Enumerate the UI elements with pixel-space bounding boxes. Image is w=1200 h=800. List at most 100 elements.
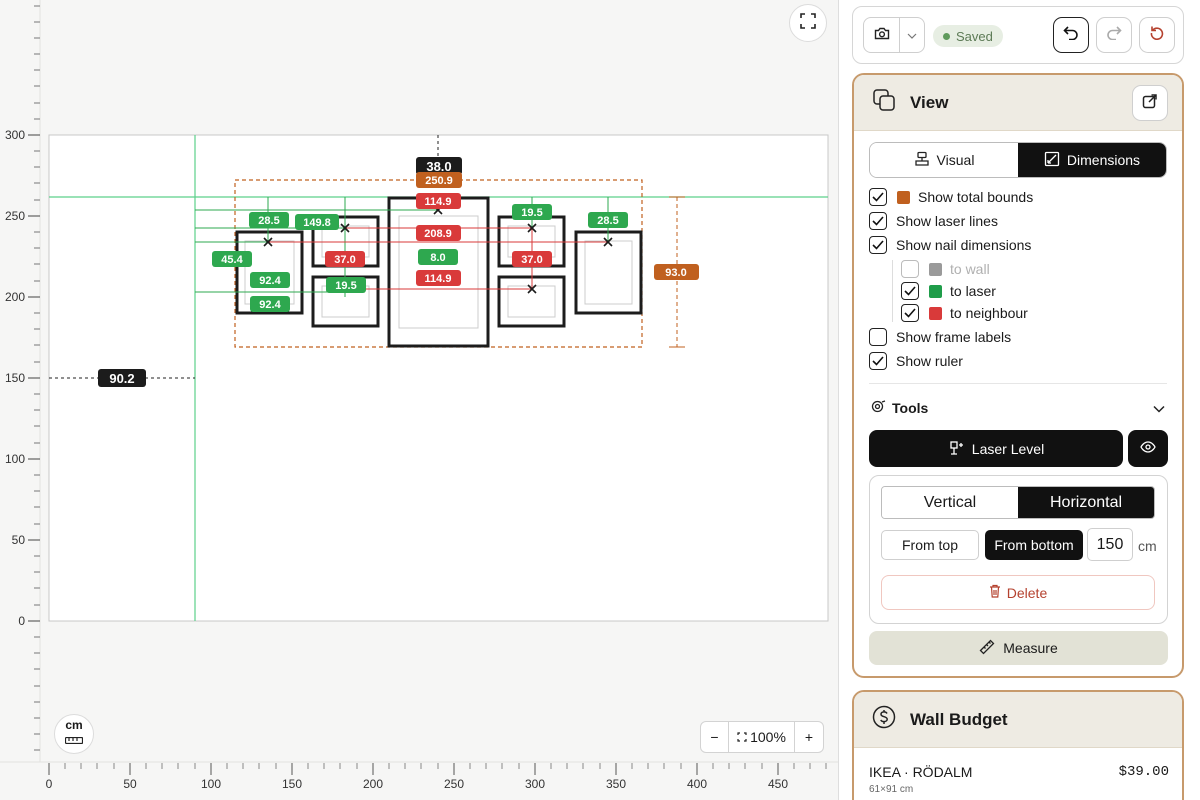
wall-budget-header[interactable]: Wall Budget	[854, 692, 1182, 748]
orientation-vertical[interactable]: Vertical	[882, 487, 1018, 518]
laser-level-icon	[948, 439, 964, 458]
wall-budget-title: Wall Budget	[910, 709, 1008, 729]
view-panel: View Visual Dimensions Show total bounds…	[852, 73, 1184, 678]
measure-button[interactable]: Measure	[869, 631, 1168, 665]
orientation-horizontal[interactable]: Horizontal	[1018, 487, 1154, 518]
undo-button[interactable]	[1053, 17, 1089, 53]
laser-level-label: Laser Level	[971, 440, 1045, 457]
zoom-out-button[interactable]: −	[701, 722, 729, 752]
orientation-vertical-label: Vertical	[923, 493, 977, 511]
checkbox-checked[interactable]	[869, 236, 887, 254]
reset-button[interactable]	[1139, 17, 1175, 53]
dimensions-icon	[1044, 151, 1060, 170]
y-tick-label: 100	[5, 452, 25, 466]
frame[interactable]	[574, 230, 643, 315]
tab-dimensions[interactable]: Dimensions	[1018, 143, 1166, 177]
zoom-value: 100%	[750, 729, 786, 745]
wall-budget-panel: Wall Budget IKEA · RÖDALM $39.00 61×91 c…	[852, 690, 1184, 800]
option-label: Show frame labels	[896, 329, 1012, 345]
neighbour-tag: 114.9	[425, 273, 452, 285]
camera-icon	[874, 26, 890, 45]
x-ruler	[48, 763, 779, 775]
fullscreen-button[interactable]	[789, 4, 827, 42]
x-tick-label: 100	[201, 777, 221, 791]
zoom-reset-button[interactable]: 100%	[729, 722, 795, 752]
option-label: to wall	[950, 261, 990, 277]
redo-button[interactable]	[1096, 17, 1132, 53]
to-laser-swatch	[929, 284, 942, 298]
visual-icon	[914, 151, 930, 170]
option-laser-lines[interactable]: Show laser lines	[869, 212, 998, 230]
option-to-wall[interactable]: to wall	[901, 260, 990, 278]
checkbox-checked[interactable]	[869, 188, 887, 206]
snapshot-button-group	[863, 17, 925, 53]
checkbox-checked[interactable]	[901, 304, 919, 322]
budget-item-size: 61×91 cm	[869, 784, 914, 795]
y-tick-label: 0	[18, 614, 25, 628]
to-wall-swatch	[929, 262, 942, 276]
tab-visual[interactable]: Visual	[870, 143, 1018, 177]
x-tick-label: 350	[606, 777, 626, 791]
snapshot-button[interactable]	[864, 18, 900, 52]
app: 300 250 200 150 100 50 0 0 50 100 150 20…	[0, 0, 1200, 800]
share-button[interactable]	[1132, 85, 1168, 121]
option-label: Show nail dimensions	[896, 237, 1032, 253]
wall-canvas[interactable]: 300 250 200 150 100 50 0 0 50 100 150 20…	[0, 0, 838, 800]
laser-tag: 92.4	[259, 275, 281, 287]
x-tick-label: 300	[525, 777, 545, 791]
toggle-laser-visibility-button[interactable]	[1128, 430, 1168, 467]
ruler-icon	[979, 639, 995, 658]
checkbox-checked[interactable]	[869, 352, 887, 370]
unit-toggle-button[interactable]: cm	[54, 714, 94, 754]
checkbox-checked[interactable]	[901, 282, 919, 300]
neighbour-tag: 37.0	[334, 254, 355, 266]
measure-label: Measure	[1003, 640, 1058, 656]
divider	[869, 383, 1167, 384]
wall-canvas-svg[interactable]: 300 250 200 150 100 50 0 0 50 100 150 20…	[0, 0, 838, 800]
neighbour-tag: 114.9	[425, 196, 452, 208]
checkbox-unchecked[interactable]	[869, 328, 887, 346]
checkbox-checked[interactable]	[869, 212, 887, 230]
option-label: Show ruler	[896, 353, 963, 369]
option-to-neighbour[interactable]: to neighbour	[901, 304, 1028, 322]
option-total-bounds[interactable]: Show total bounds	[869, 188, 1033, 206]
option-label: to laser	[950, 283, 996, 299]
laser-tag: 149.8	[303, 217, 331, 229]
from-bottom-button[interactable]: From bottom	[985, 530, 1083, 560]
laser-distance-unit: cm	[1138, 538, 1157, 554]
option-frame-labels[interactable]: Show frame labels	[869, 328, 1011, 346]
option-nail-dimensions[interactable]: Show nail dimensions	[869, 236, 1031, 254]
reset-icon	[1149, 25, 1165, 46]
orientation-toggle: Vertical Horizontal	[881, 486, 1155, 519]
undo-icon	[1063, 25, 1079, 45]
orientation-horizontal-label: Horizontal	[1049, 493, 1123, 511]
option-ruler[interactable]: Show ruler	[869, 352, 963, 370]
bounds-height-tag: 93.0	[665, 267, 686, 279]
center-distance-tag: 38.0	[426, 159, 451, 174]
option-to-laser[interactable]: to laser	[901, 282, 996, 300]
x-tick-label: 250	[444, 777, 464, 791]
option-label: Show total bounds	[918, 189, 1034, 205]
to-neighbour-swatch	[929, 306, 942, 320]
delete-laser-button[interactable]: Delete	[881, 575, 1155, 610]
tools-section-toggle[interactable]: Tools	[871, 397, 1165, 419]
from-top-button[interactable]: From top	[881, 530, 979, 560]
snapshot-dropdown[interactable]	[900, 18, 924, 52]
left-distance-tag: 90.2	[109, 371, 134, 386]
zoom-in-button[interactable]: +	[795, 722, 823, 752]
tools-icon	[871, 399, 886, 417]
option-label: Show laser lines	[896, 213, 998, 229]
laser-tag: 28.5	[597, 215, 618, 227]
laser-tag: 8.0	[430, 252, 445, 264]
fit-icon	[737, 729, 747, 745]
y-tick-label: 150	[5, 371, 25, 385]
x-tick-label: 50	[123, 777, 137, 791]
y-tick-label: 200	[5, 290, 25, 304]
bounds-width-tag: 250.9	[425, 175, 453, 187]
checkbox-unchecked[interactable]	[901, 260, 919, 278]
laser-tag: 19.5	[521, 207, 542, 219]
nail-suboptions-guide	[892, 260, 893, 322]
tools-title: Tools	[892, 400, 929, 416]
laser-level-button[interactable]: Laser Level	[869, 430, 1123, 467]
laser-distance-input[interactable]: 150	[1087, 528, 1133, 561]
